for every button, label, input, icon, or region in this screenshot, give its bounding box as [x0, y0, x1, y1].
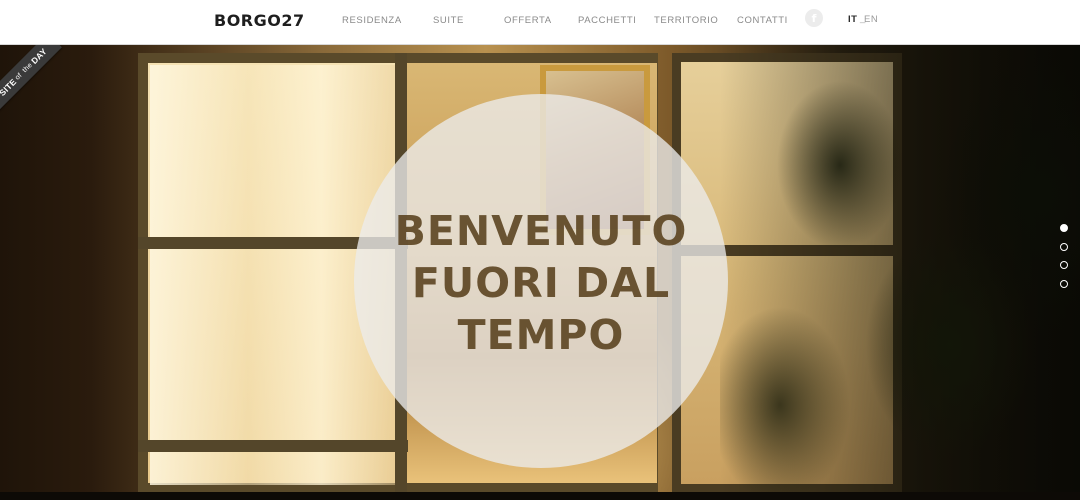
language-it-link[interactable]: IT [848, 14, 857, 25]
hero-headline: BENVENUTO FUORI DAL TEMPO [354, 205, 728, 361]
site-logo[interactable]: BORGO27 [214, 11, 305, 30]
nav-item-contatti[interactable]: CONTATTI [737, 15, 788, 26]
nav-item-residenza[interactable]: RESIDENZA [342, 15, 402, 26]
hero-headline-line-2: FUORI DAL [411, 259, 671, 307]
nav-item-territorio[interactable]: TERRITORIO [654, 15, 718, 26]
nav-item-offerta[interactable]: OFFERTA [504, 15, 552, 26]
facebook-button[interactable]: f [805, 9, 823, 27]
nav-item-suite[interactable]: SUITE [433, 15, 464, 26]
slider-pagination [1060, 224, 1068, 298]
hero-bg-olive-foliage [720, 45, 1080, 492]
hero-bottom-edge [0, 492, 1080, 500]
hero-bg-wall [0, 45, 130, 492]
facebook-icon: f [811, 11, 817, 25]
slider-dot-4[interactable] [1060, 279, 1068, 288]
top-navigation-bar: BORGO27 RESIDENZA SUITE OFFERTA PACCHETT… [0, 0, 1080, 45]
hero-headline-line-1: BENVENUTO [394, 207, 688, 255]
ribbon-the-text: the [21, 61, 34, 74]
language-en-link[interactable]: EN [864, 14, 878, 25]
slider-dot-2[interactable] [1060, 242, 1068, 251]
slider-dot-1[interactable] [1060, 224, 1068, 232]
hero-headline-line-3: TEMPO [457, 311, 625, 359]
slider-dot-3[interactable] [1060, 261, 1068, 269]
nav-item-pacchetti[interactable]: PACCHETTI [578, 15, 637, 26]
ribbon-day-text: DAY [29, 46, 49, 66]
hero-bg-door-rail-lower [138, 440, 408, 452]
